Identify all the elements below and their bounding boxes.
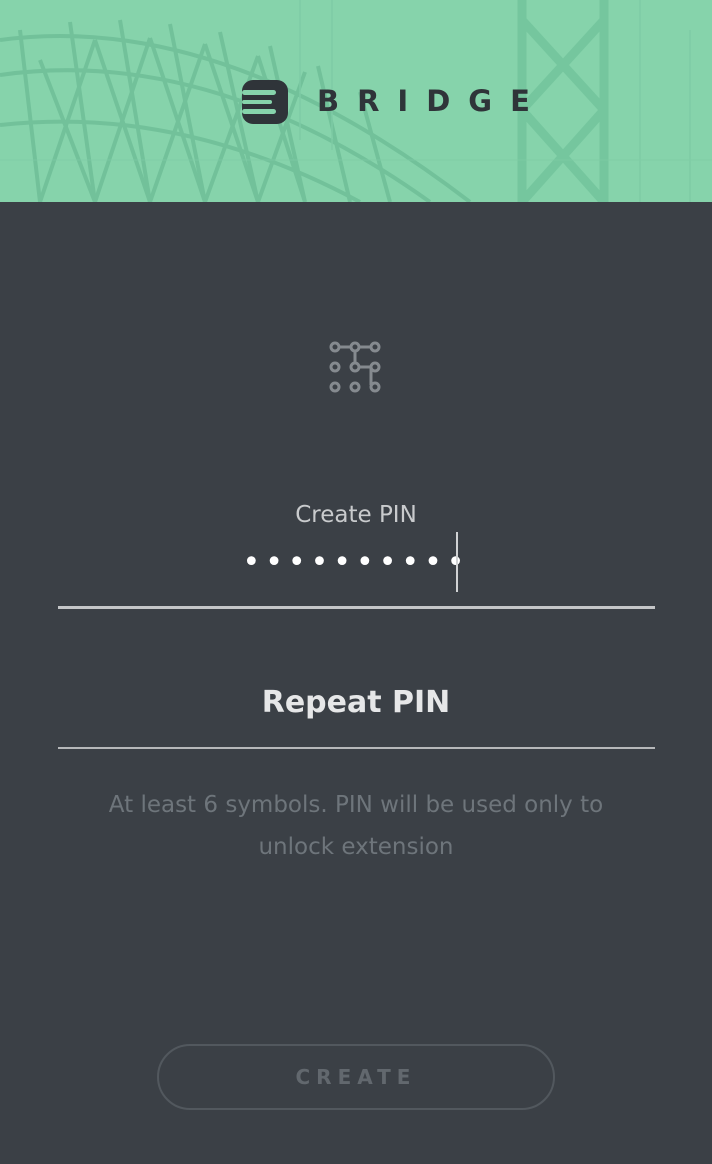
pin-hint: At least 6 symbols. PIN will be used onl… xyxy=(108,792,604,860)
create-pin-input[interactable] xyxy=(58,540,654,584)
create-button[interactable]: CREATE xyxy=(157,1044,555,1110)
repeat-pin-underline xyxy=(58,747,655,749)
repeat-pin-input[interactable] xyxy=(58,676,654,728)
bridge-logo-icon xyxy=(242,80,288,124)
create-pin-underline xyxy=(58,606,655,609)
create-pin-label: Create PIN xyxy=(295,502,417,528)
header-banner: BRIDGE xyxy=(0,0,712,202)
pattern-lock-icon xyxy=(329,341,381,393)
brand-name: BRIDGE xyxy=(317,84,548,118)
text-cursor xyxy=(456,532,458,592)
brand: BRIDGE xyxy=(0,0,712,202)
